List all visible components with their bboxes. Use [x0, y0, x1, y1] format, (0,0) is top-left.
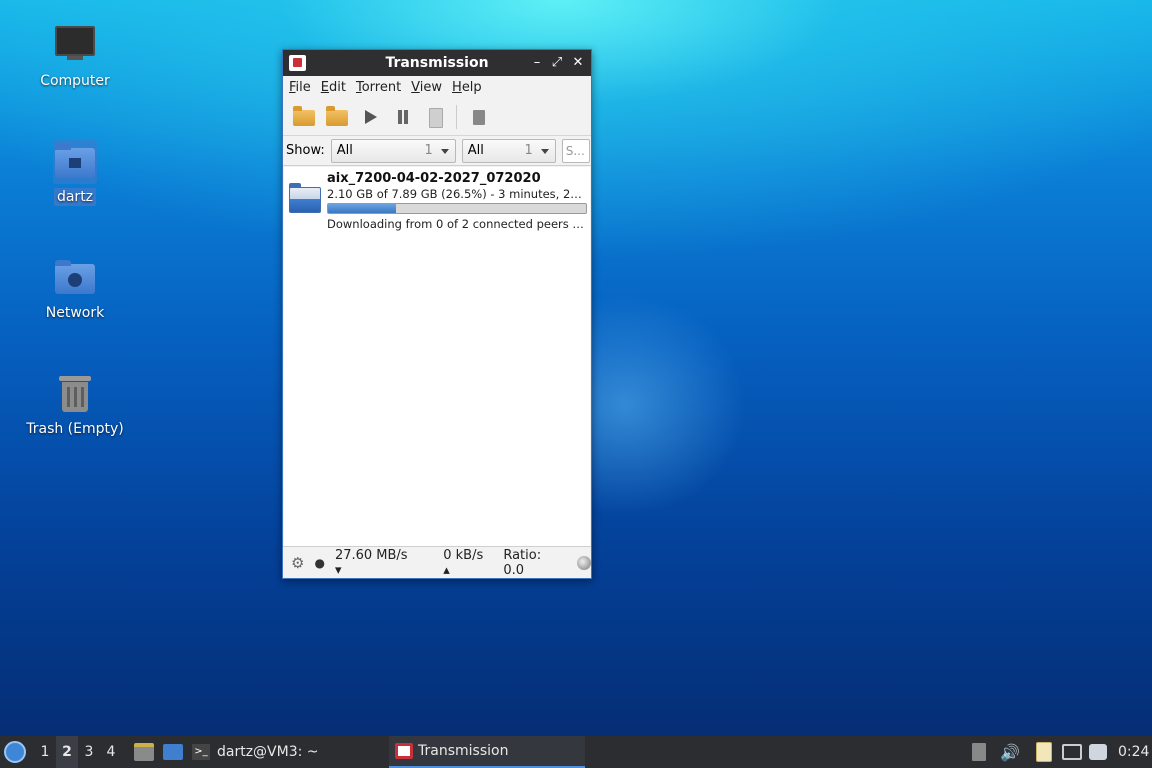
- torrent-status: Downloading from 0 of 2 connected peers …: [327, 217, 587, 231]
- settings-gear-icon[interactable]: ⚙: [291, 554, 304, 572]
- combo-value: All: [467, 143, 484, 158]
- torrent-row[interactable]: aix_7200-04-02-2027_072020 2.10 GB of 7.…: [284, 167, 590, 231]
- file-manager-icon: [134, 743, 154, 761]
- home-folder-icon: [53, 140, 97, 184]
- trash-icon: [53, 372, 97, 416]
- task-terminal[interactable]: >_ dartz@VM3: ~: [192, 736, 372, 768]
- combo-count: 1: [424, 143, 433, 158]
- desktop-icon-label: Trash (Empty): [26, 421, 124, 437]
- workspace-1[interactable]: 1: [34, 744, 56, 760]
- network-folder-icon: [53, 256, 97, 300]
- transmission-task-icon: [395, 743, 413, 759]
- volume-icon: 🔊: [1000, 742, 1020, 762]
- combo-value: All: [336, 143, 353, 158]
- menu-torrent[interactable]: Torrent: [356, 80, 401, 95]
- launcher-file-manager[interactable]: [134, 736, 154, 768]
- window-titlebar[interactable]: Transmission – ⤢ ✕: [283, 50, 591, 76]
- distro-logo-icon: [4, 741, 26, 763]
- task-transmission[interactable]: Transmission: [389, 736, 585, 768]
- menu-help[interactable]: Help: [452, 80, 482, 95]
- menu-view[interactable]: View: [411, 80, 442, 95]
- notification-icon: [1089, 744, 1107, 760]
- filter-bar: Show: All 1 All 1 S...: [283, 136, 591, 166]
- desktop-icon-label: Computer: [40, 73, 110, 89]
- torrent-list: aix_7200-04-02-2027_072020 2.10 GB of 7.…: [284, 167, 590, 546]
- search-input[interactable]: S...: [561, 138, 590, 163]
- tray-clipboard[interactable]: [1036, 736, 1052, 768]
- combo-count: 1: [524, 143, 533, 158]
- minimize-button[interactable]: –: [529, 54, 545, 72]
- launcher-desktop[interactable]: [163, 736, 183, 768]
- activity-filter-combo[interactable]: All 1: [330, 138, 456, 163]
- clock-time: 0:24: [1118, 744, 1150, 760]
- desktop-icon-home-folder[interactable]: dartz: [15, 140, 135, 206]
- maximize-button[interactable]: ⤢: [549, 54, 565, 72]
- menu-edit[interactable]: Edit: [321, 80, 346, 95]
- desktop-icon-label: Network: [45, 305, 105, 321]
- taskbar: 1 2 3 4 >_ dartz@VM3: ~ Transmission 🔊 0…: [0, 736, 1152, 768]
- tray-updates[interactable]: [972, 736, 986, 768]
- workspace-4[interactable]: 4: [100, 744, 122, 760]
- chevron-down-icon: [440, 148, 449, 154]
- menubar: File Edit Torrent View Help: [283, 76, 591, 98]
- desktop-icon: [163, 744, 183, 760]
- menu-file[interactable]: File: [289, 80, 311, 95]
- toolbar-separator: [456, 104, 457, 129]
- upload-speed[interactable]: 0 kB/s ▴: [443, 548, 493, 578]
- workspace-3[interactable]: 3: [78, 744, 100, 760]
- trash-icon: [429, 107, 443, 128]
- network-icon: [1062, 744, 1082, 760]
- toolbar: [283, 98, 591, 136]
- clock[interactable]: 0:24: [1118, 736, 1149, 768]
- desktop-icon-computer[interactable]: Computer: [15, 24, 135, 90]
- update-icon: [972, 743, 986, 761]
- tray-volume[interactable]: 🔊: [1000, 736, 1020, 768]
- open-folder-icon: [293, 105, 315, 126]
- torrent-progress-fill: [328, 204, 397, 213]
- computer-icon: [53, 24, 97, 68]
- properties-button[interactable]: [465, 104, 491, 130]
- open-url-button[interactable]: [324, 104, 350, 130]
- transmission-window: Transmission – ⤢ ✕ File Edit Torrent Vie…: [282, 49, 592, 579]
- properties-icon: [473, 109, 485, 125]
- open-torrent-button[interactable]: [291, 104, 317, 130]
- play-icon: [365, 109, 377, 124]
- pause-button[interactable]: [390, 104, 416, 130]
- torrent-progress-bar: [327, 203, 587, 214]
- start-button[interactable]: [357, 104, 383, 130]
- torrent-progress-text: 2.10 GB of 7.89 GB (26.5%) - 3 minutes, …: [327, 187, 587, 201]
- show-label: Show:: [286, 143, 325, 158]
- workspace-switcher: 1 2 3 4: [34, 736, 122, 768]
- task-label: dartz@VM3: ~: [217, 744, 319, 760]
- statusbar: ⚙ ● 27.60 MB/s ▾ 0 kB/s ▴ Ratio: 0.0: [283, 546, 591, 578]
- tray-notifications[interactable]: [1089, 736, 1107, 768]
- ratio-text[interactable]: Ratio: 0.0: [503, 548, 565, 578]
- chevron-down-icon: [540, 148, 549, 154]
- terminal-icon: >_: [192, 744, 210, 760]
- desktop-icon-trash[interactable]: Trash (Empty): [15, 372, 135, 438]
- task-label: Transmission: [418, 743, 509, 759]
- workspace-2[interactable]: 2: [56, 736, 78, 768]
- start-menu-button[interactable]: [4, 736, 26, 768]
- open-url-icon: [326, 105, 348, 126]
- tray-network[interactable]: [1062, 736, 1082, 768]
- download-speed[interactable]: 27.60 MB/s ▾: [335, 548, 417, 578]
- tracker-filter-combo[interactable]: All 1: [461, 138, 556, 163]
- desktop-icon-label: dartz: [53, 188, 97, 206]
- torrent-name: aix_7200-04-02-2027_072020: [327, 171, 541, 186]
- torrent-folder-icon: [289, 183, 321, 213]
- remove-button[interactable]: [423, 104, 449, 130]
- close-button[interactable]: ✕: [570, 54, 586, 72]
- clipboard-icon: [1036, 742, 1052, 762]
- ratio-icon[interactable]: [577, 555, 591, 570]
- desktop-icon-network[interactable]: Network: [15, 256, 135, 322]
- turtle-icon[interactable]: ●: [314, 556, 324, 570]
